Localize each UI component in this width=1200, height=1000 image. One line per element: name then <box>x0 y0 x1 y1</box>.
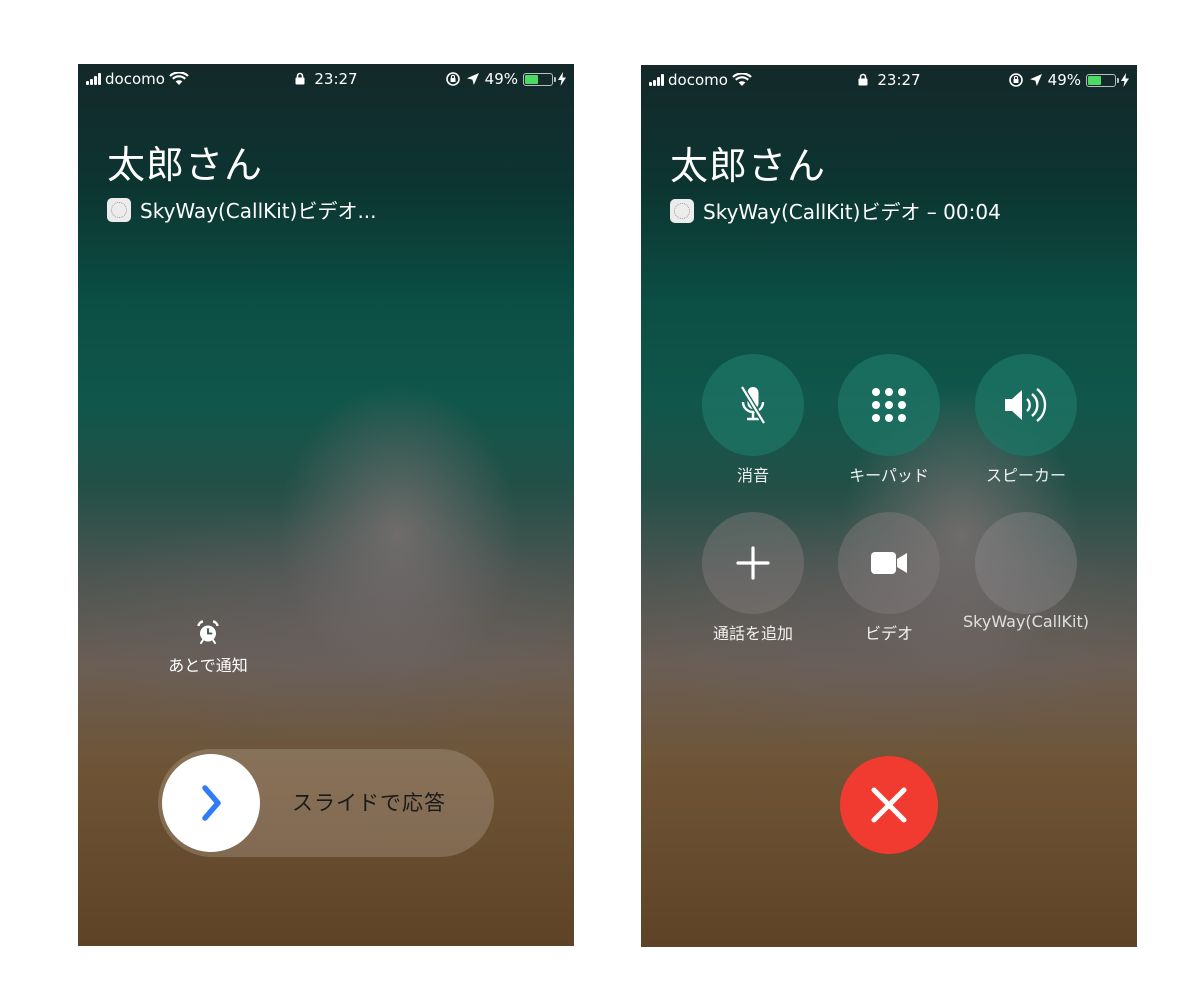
in-call-screen: docomo 23:27 49% 太郎さん SkyWay(CallKit)ビデオ… <box>641 65 1137 947</box>
slide-label: スライドで応答 <box>292 791 446 815</box>
status-bar: docomo 23:27 49% <box>78 69 574 89</box>
caller-name: 太郎さん <box>670 144 827 188</box>
status-bar: docomo 23:27 49% <box>641 70 1137 90</box>
alarm-clock-icon <box>197 620 219 644</box>
lock-icon <box>858 73 868 86</box>
rotation-lock-icon <box>445 72 460 86</box>
call-subtitle: SkyWay(CallKit)ビデオ... <box>107 195 377 224</box>
app-button-label: SkyWay(CallKit) <box>963 612 1089 631</box>
app-circle[interactable] <box>975 512 1077 614</box>
app-icon <box>670 198 694 223</box>
chevron-right-icon <box>202 785 221 821</box>
battery-icon <box>1086 73 1119 87</box>
lock-icon <box>295 72 305 85</box>
mute-circle[interactable] <box>702 354 804 456</box>
mute-button[interactable]: 消音 <box>683 354 823 486</box>
incoming-call-screen: docomo 23:27 49% 太郎さん SkyWay(CallKit)ビデオ… <box>78 64 574 946</box>
call-subtitle: SkyWay(CallKit)ビデオ – 00:04 <box>670 196 1001 225</box>
clock: 23:27 <box>314 70 358 88</box>
speaker-button[interactable]: スピーカー <box>956 354 1096 486</box>
end-call-button[interactable] <box>840 756 938 854</box>
location-arrow-icon <box>1029 74 1042 86</box>
speaker-icon <box>1005 388 1047 422</box>
microphone-muted-icon <box>739 385 767 425</box>
battery-percentage: 49% <box>1047 71 1081 89</box>
keypad-circle[interactable] <box>838 354 940 456</box>
plus-icon <box>736 546 770 580</box>
caller-name: 太郎さん <box>107 143 264 187</box>
rotation-lock-icon <box>1008 73 1023 87</box>
video-label: ビデオ <box>864 624 913 643</box>
close-icon <box>871 787 907 823</box>
slide-knob[interactable] <box>162 754 260 852</box>
speaker-label: スピーカー <box>985 466 1066 485</box>
slide-to-answer[interactable]: スライドで応答 <box>158 749 494 857</box>
keypad-icon <box>872 388 906 422</box>
remind-me-button[interactable]: あとで通知 <box>163 620 253 676</box>
video-circle[interactable] <box>838 512 940 614</box>
add-call-circle[interactable] <box>702 512 804 614</box>
add-call-button[interactable]: 通話を追加 <box>683 512 823 644</box>
app-button[interactable]: SkyWay(CallKit) <box>956 512 1096 634</box>
keypad-label: キーパッド <box>849 466 929 485</box>
location-arrow-icon <box>466 73 479 85</box>
speaker-circle[interactable] <box>975 354 1077 456</box>
add-call-label: 通話を追加 <box>712 624 793 643</box>
battery-percentage: 49% <box>484 70 518 88</box>
call-subtitle-text: SkyWay(CallKit)ビデオ... <box>140 199 377 223</box>
clock: 23:27 <box>877 71 921 89</box>
remind-label: あとで通知 <box>168 656 248 675</box>
mute-label: 消音 <box>736 466 769 485</box>
charging-bolt-icon <box>1121 73 1129 87</box>
battery-icon <box>523 72 556 86</box>
keypad-button[interactable]: キーパッド <box>819 354 959 486</box>
app-icon <box>107 197 131 222</box>
video-camera-icon <box>871 552 907 574</box>
charging-bolt-icon <box>558 72 566 86</box>
call-subtitle-text: SkyWay(CallKit)ビデオ – 00:04 <box>703 200 1001 224</box>
video-button[interactable]: ビデオ <box>819 512 959 644</box>
